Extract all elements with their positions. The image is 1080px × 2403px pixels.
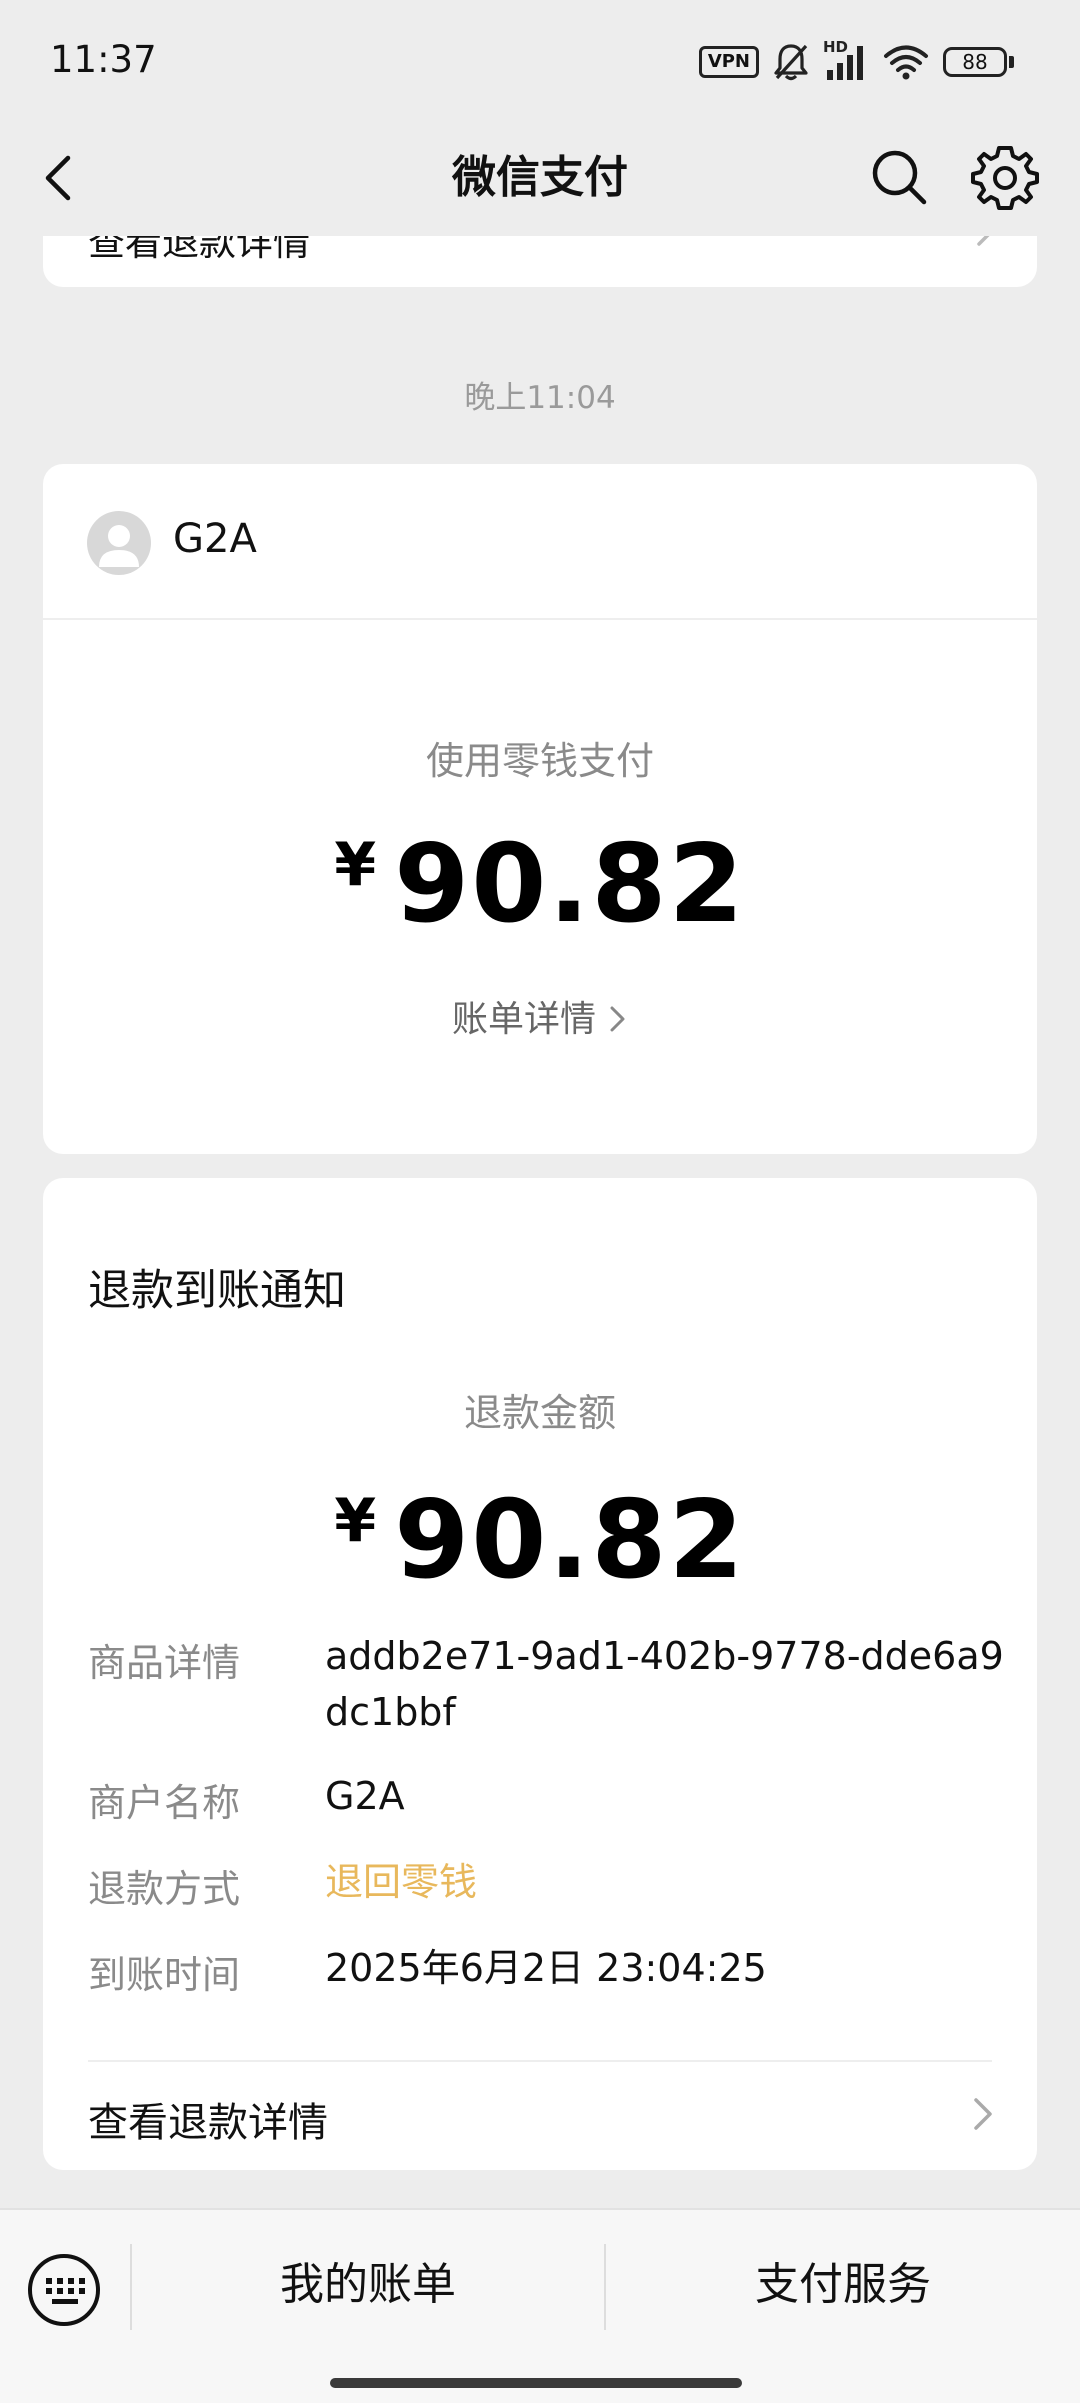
screen: 11:37 VPN HD 88 微信支付 查看退款详情 晚上11:04 G2A …: [0, 0, 1080, 2403]
back-arrow-icon[interactable]: [34, 144, 94, 212]
search-icon[interactable]: [866, 144, 932, 212]
refund-card[interactable]: 退款到账通知 退款金额 ¥90.82 商品详情 addb2e71-9ad1-40…: [43, 1178, 1037, 2170]
product-detail-label: 商品详情: [88, 1641, 241, 1685]
amount-value: 90.82: [394, 822, 746, 947]
nav-bar: 微信支付: [0, 120, 1080, 236]
view-refund-details-link[interactable]: 查看退款详情: [88, 2090, 328, 2148]
refund-method-label: 退款方式: [88, 1867, 241, 1911]
arrival-time-value: 2025年6月2日 23:04:25: [325, 1946, 767, 1990]
avatar: [87, 511, 151, 575]
message-timestamp: 晚上11:04: [464, 380, 616, 416]
merchant-row[interactable]: G2A: [43, 464, 1037, 620]
battery-cap: [1009, 56, 1014, 68]
gear-icon[interactable]: [970, 142, 1040, 214]
signal-icon: HD: [823, 38, 869, 82]
payment-services-button[interactable]: 支付服务: [606, 2210, 1080, 2360]
refund-method-value: 退回零钱: [325, 1860, 478, 1904]
arrival-time-label: 到账时间: [88, 1953, 241, 1997]
status-icons: VPN HD 88: [698, 38, 1014, 82]
my-bills-button[interactable]: 我的账单: [132, 2210, 604, 2360]
chevron-right-icon: [610, 1006, 625, 1032]
battery-icon: 88: [943, 47, 1014, 77]
merchant-name-label: 商户名称: [88, 1781, 241, 1825]
battery-level: 88: [943, 47, 1007, 77]
signal-bars: [827, 46, 863, 80]
amount-value: 90.82: [394, 1478, 746, 1603]
refund-amount: ¥90.82: [43, 1478, 1037, 1603]
payment-method: 使用零钱支付: [425, 739, 654, 783]
payment-card[interactable]: G2A 使用零钱支付 ¥90.82 账单详情: [43, 464, 1037, 1154]
bill-detail-link[interactable]: 账单详情: [43, 990, 1037, 1042]
status-bar: 11:37 VPN HD 88: [0, 0, 1080, 120]
default-avatar-icon: [99, 525, 139, 567]
status-time: 11:37: [50, 38, 157, 81]
bottom-bar: 我的账单 支付服务: [0, 2208, 1080, 2403]
payment-amount: ¥90.82: [43, 822, 1037, 947]
keyboard-icon[interactable]: [26, 2252, 102, 2328]
bell-muted-icon: [774, 44, 808, 81]
currency-symbol: ¥: [334, 1486, 377, 1556]
merchant-name-value: G2A: [325, 1774, 405, 1818]
refund-title: 退款到账通知: [88, 1266, 346, 1316]
bill-detail-label: 账单详情: [451, 999, 596, 1040]
home-indicator[interactable]: [330, 2378, 742, 2388]
refund-amount-label: 退款金额: [463, 1391, 616, 1435]
product-detail-value: addb2e71-9ad1-402b-9778-dde6a9dc1bbf: [325, 1634, 1004, 1734]
currency-symbol: ¥: [334, 830, 377, 900]
chevron-right-icon: [974, 2098, 992, 2130]
merchant-name: G2A: [173, 516, 257, 562]
wifi-icon: [884, 45, 928, 80]
divider: [88, 2060, 992, 2062]
vpn-icon: VPN: [698, 46, 759, 78]
